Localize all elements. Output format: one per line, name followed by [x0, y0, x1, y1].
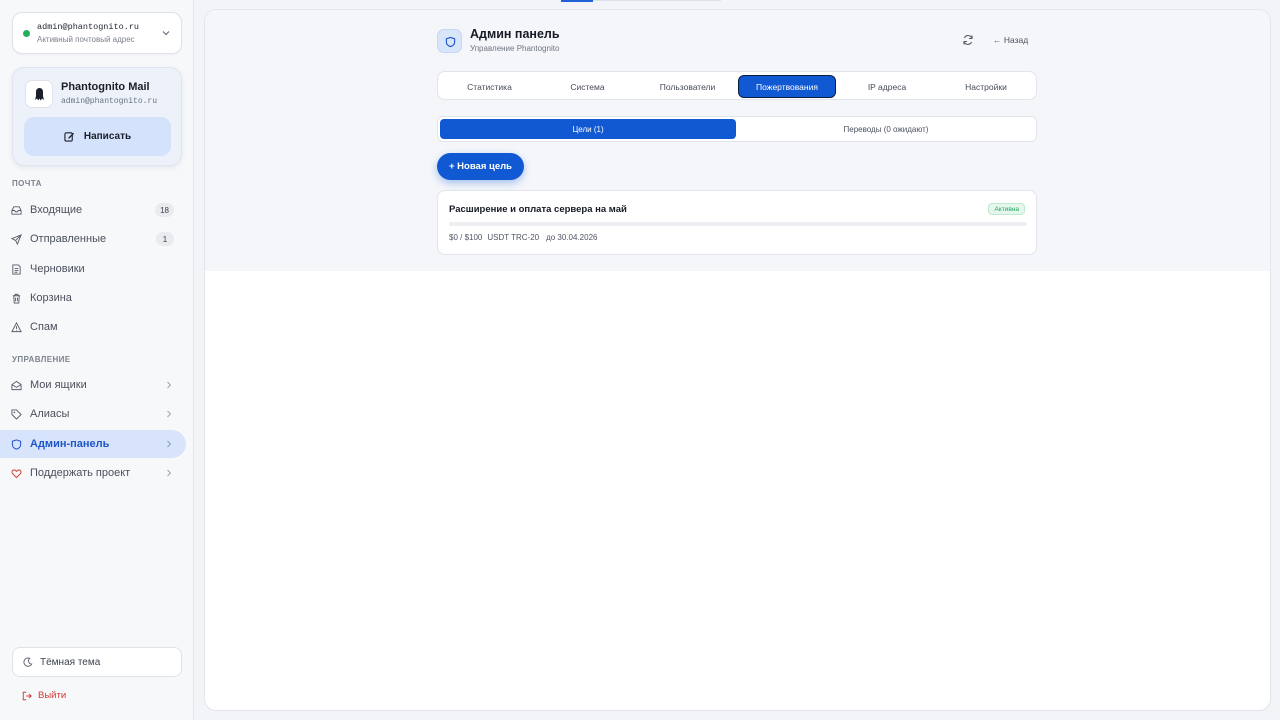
chevron-right-icon — [167, 410, 172, 418]
sidebar-item-label: Админ-панель — [30, 438, 110, 450]
avatar — [25, 80, 53, 108]
sidebar-item-mailboxes[interactable]: Мои ящики — [0, 371, 186, 399]
sidebar-item-label: Поддержать проект — [30, 467, 131, 479]
goal-card[interactable]: Расширение и оплата сервера на май Актив… — [437, 190, 1037, 255]
main-panel — [204, 9, 1271, 711]
shield-icon — [445, 36, 456, 48]
sidebar-item-label: Черновики — [30, 263, 85, 275]
page-subtitle: Управление Phantognito — [470, 44, 560, 53]
status-badge: Активна — [988, 203, 1025, 215]
shield-icon — [11, 438, 22, 450]
loading-progress-track — [593, 0, 721, 1]
unread-count-badge: 18 — [155, 203, 174, 217]
chevron-right-icon — [167, 381, 172, 389]
goal-meta: $0 / $100 USDT TRC-20 до 30.04.2026 — [449, 233, 597, 242]
warning-icon — [11, 321, 22, 332]
loading-progress-bar — [561, 0, 593, 2]
tab-donations[interactable]: Пожертвования — [738, 75, 836, 98]
chevron-right-icon — [167, 469, 172, 477]
send-icon — [11, 233, 22, 245]
sidebar-item-label: Отправленные — [30, 233, 107, 245]
heart-icon — [11, 468, 22, 478]
chevron-down-icon — [162, 31, 170, 36]
tab-ip-addresses[interactable]: IP адреса — [838, 75, 936, 98]
trash-icon — [12, 293, 21, 304]
draft-icon — [12, 263, 21, 275]
account-status: Активный почтовый адрес — [37, 35, 135, 44]
tab-statistics[interactable]: Статистика — [442, 75, 537, 98]
account-email: admin@phantognito.ru — [37, 22, 140, 32]
tag-icon — [11, 408, 22, 420]
sidebar-item-admin-panel[interactable]: Админ-панель — [0, 430, 186, 458]
profile-name: Phantognito Mail — [61, 81, 150, 93]
sidebar-item-drafts[interactable]: Черновики — [0, 255, 186, 283]
section-mail: ПОЧТА — [12, 179, 42, 188]
profile-card: Phantognito Mail admin@phantognito.ru На… — [12, 67, 182, 166]
logout-icon — [22, 691, 32, 700]
subtab-transfers[interactable]: Переводы (0 ожидают) — [738, 119, 1034, 139]
subtab-goals[interactable]: Цели (1) — [440, 119, 736, 139]
sidebar-item-label: Корзина — [30, 292, 72, 304]
mailbox-icon — [11, 380, 22, 390]
status-dot — [23, 30, 30, 37]
goal-title: Расширение и оплата сервера на май — [449, 204, 627, 215]
goal-currency: USDT TRC-20 — [487, 233, 540, 242]
section-manage: УПРАВЛЕНИЕ — [12, 355, 71, 364]
account-selector[interactable]: admin@phantognito.ru Активный почтовый а… — [12, 12, 182, 54]
page-title: Админ панель — [470, 27, 560, 41]
goal-amount: $0 / $100 — [449, 233, 483, 242]
tab-settings[interactable]: Настройки — [938, 75, 1034, 98]
compose-label: Написать — [83, 131, 132, 142]
sidebar-item-support[interactable]: Поддержать проект — [0, 459, 186, 487]
sidebar-item-trash[interactable]: Корзина — [0, 284, 186, 312]
sidebar-item-aliases[interactable]: Алиасы — [0, 400, 186, 428]
sidebar: admin@phantognito.ru Активный почтовый а… — [0, 0, 194, 720]
sidebar-item-label: Входящие — [30, 204, 83, 216]
goal-progress-bar — [449, 222, 1027, 226]
refresh-icon[interactable] — [962, 34, 974, 46]
chevron-right-icon — [167, 440, 172, 448]
sidebar-item-inbox[interactable]: Входящие 18 — [0, 196, 186, 224]
sidebar-item-spam[interactable]: Спам — [0, 313, 186, 341]
tab-system[interactable]: Система — [540, 75, 635, 98]
moon-icon — [23, 657, 33, 667]
logout-label: Выйти — [38, 690, 67, 701]
tab-users[interactable]: Пользователи — [639, 75, 736, 98]
compose-button[interactable]: Написать — [24, 117, 171, 156]
admin-header-icon — [437, 29, 462, 53]
sidebar-item-label: Спам — [30, 321, 58, 333]
profile-email: admin@phantognito.ru — [61, 97, 158, 106]
logout-button[interactable]: Выйти — [22, 690, 66, 701]
sent-count-badge: 1 — [156, 232, 174, 246]
new-goal-button[interactable]: + Новая цель — [437, 153, 524, 180]
goal-deadline: до 30.04.2026 — [546, 233, 598, 242]
theme-label: Тёмная тема — [40, 656, 101, 668]
edit-icon — [64, 132, 74, 142]
donation-subtabs: Цели (1) Переводы (0 ожидают) — [437, 116, 1037, 142]
dark-theme-toggle[interactable]: Тёмная тема — [12, 647, 182, 677]
inbox-icon — [11, 205, 22, 215]
admin-tabs: Статистика Система Пользователи Пожертво… — [437, 71, 1037, 100]
back-button[interactable]: ← Назад — [993, 35, 1028, 45]
ghost-logo-icon — [35, 88, 44, 101]
sidebar-item-label: Алиасы — [30, 408, 70, 420]
sidebar-item-label: Мои ящики — [30, 379, 87, 391]
sidebar-item-sent[interactable]: Отправленные 1 — [0, 225, 186, 253]
